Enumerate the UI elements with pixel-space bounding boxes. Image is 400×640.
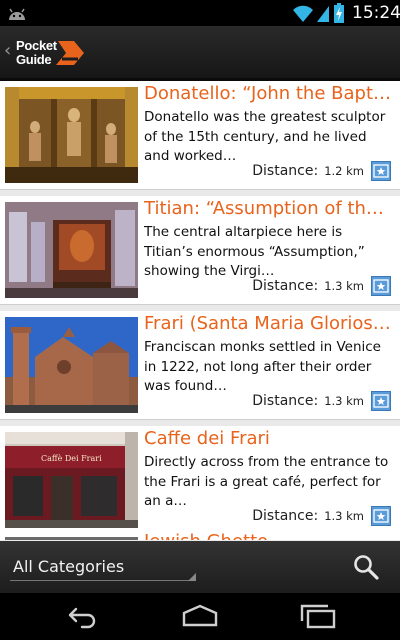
thumbnail-image <box>5 317 138 413</box>
item-distance: Distance: 1.3 km <box>252 278 364 294</box>
action-bar: ‹ Pocket Guide <box>0 26 400 81</box>
thumbnail-image <box>5 87 138 183</box>
app-logo: Pocket Guide <box>16 38 86 68</box>
cafe-sign-text: Caffè Dei Frari <box>41 454 102 463</box>
home-up-button[interactable]: ‹ Pocket Guide <box>0 26 90 78</box>
thumbnail-image: Caffè Dei Frari <box>5 432 138 528</box>
logo-line2: Guide <box>16 52 52 67</box>
item-description: The central altarpiece here is Titian’s … <box>144 224 365 279</box>
add-to-tour-button[interactable] <box>371 391 391 411</box>
distance-label: Distance: <box>252 278 319 294</box>
add-to-tour-button[interactable] <box>371 276 391 296</box>
status-clock: 15:24 <box>352 3 400 23</box>
home-button[interactable] <box>180 603 220 629</box>
item-title: Caffe dei Frari <box>144 428 270 449</box>
search-icon <box>354 555 379 580</box>
thumbnail-image <box>5 537 138 540</box>
item-description: Donatello was the greatest sculptor of t… <box>144 109 386 164</box>
search-button[interactable] <box>352 553 380 581</box>
wifi-icon <box>293 5 313 22</box>
back-icon <box>68 607 96 629</box>
category-dropdown[interactable]: All Categories <box>10 551 196 583</box>
distance-value: 1.3 km <box>324 394 364 408</box>
item-title: Frari (Santa Maria Gloriosa dei Frari) <box>144 313 392 334</box>
item-description: Directly across from the entrance to the… <box>144 454 389 509</box>
item-distance: Distance: 1.2 km <box>252 163 364 179</box>
logo-line1: Pocket <box>16 38 57 53</box>
android-icon <box>9 8 25 20</box>
recent-apps-button[interactable] <box>298 603 338 629</box>
list-item[interactable]: Donatello: “John the Baptist” Donatello … <box>0 81 400 190</box>
recent-apps-icon <box>300 604 336 629</box>
star-card-icon <box>373 279 389 293</box>
item-title: Titian: “Assumption of the Virgin” <box>144 198 392 219</box>
distance-label: Distance: <box>252 163 319 179</box>
status-bar: 15:24 <box>0 0 400 26</box>
poi-list[interactable]: Donatello: “John the Baptist” Donatello … <box>0 81 400 540</box>
dropdown-corner-icon <box>188 573 196 581</box>
chevron-left-icon: ‹ <box>4 40 12 61</box>
navigation-bar <box>0 593 400 640</box>
thumbnail-image <box>5 202 138 298</box>
distance-value: 1.3 km <box>324 279 364 293</box>
distance-value: 1.2 km <box>324 164 364 178</box>
item-description: Franciscan monks settled in Venice in 12… <box>144 339 381 394</box>
signal-icon <box>317 6 329 22</box>
add-to-tour-button[interactable] <box>371 506 391 526</box>
item-distance: Distance: 1.3 km <box>252 508 364 524</box>
list-item[interactable]: Frari (Santa Maria Gloriosa dei Frari) F… <box>0 311 400 420</box>
category-selected: All Categories <box>13 557 125 576</box>
star-card-icon <box>373 509 389 523</box>
distance-label: Distance: <box>252 393 319 409</box>
list-item[interactable]: Caffè Dei Frari Caffe dei Frari Directly… <box>0 426 400 535</box>
dropdown-underline <box>10 580 196 581</box>
list-item[interactable]: Titian: “Assumption of the Virgin” The c… <box>0 196 400 305</box>
add-to-tour-button[interactable] <box>371 161 391 181</box>
item-title: Donatello: “John the Baptist” <box>144 83 392 104</box>
star-card-icon <box>373 164 389 178</box>
logo-arrow-icon <box>56 41 84 65</box>
distance-value: 1.3 km <box>324 509 364 523</box>
back-button[interactable] <box>62 603 102 629</box>
list-item[interactable]: Jewish Ghetto <box>0 531 400 540</box>
distance-label: Distance: <box>252 508 319 524</box>
battery-charging-icon <box>334 3 344 23</box>
home-icon <box>182 604 218 627</box>
item-distance: Distance: 1.3 km <box>252 393 364 409</box>
filter-bar: All Categories <box>0 541 400 593</box>
item-title: Jewish Ghetto <box>144 531 392 540</box>
star-card-icon <box>373 394 389 408</box>
